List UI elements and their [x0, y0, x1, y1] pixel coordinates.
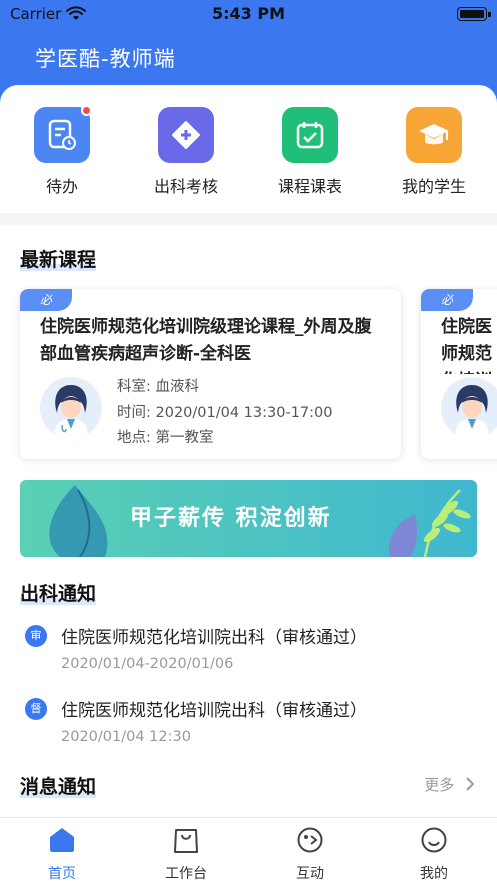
app-title: 学医酷-教师端 — [35, 47, 176, 71]
notice-time: 2020/01/04-2020/01/06 — [61, 656, 234, 672]
quick-action-label: 待办 — [45, 177, 78, 196]
tab-label: 工作台 — [165, 866, 207, 882]
course-card[interactable]: 必 住院医师规范化培训院级理论课程_外周及腹部血管疾病超声诊断-全科医 科室: … — [20, 289, 401, 459]
tab-mine[interactable]: 我的 — [372, 826, 496, 883]
smile-icon — [421, 827, 447, 853]
course-place: 地点: 第一教室 — [117, 430, 214, 446]
notice-tag-icon: 督 — [25, 698, 47, 720]
interact-icon — [297, 827, 323, 853]
tab-workbench[interactable]: 工作台 — [124, 826, 248, 883]
more-link[interactable]: 更多 — [424, 774, 475, 795]
quick-action-label: 我的学生 — [401, 177, 466, 196]
required-badge: 必 — [421, 289, 473, 311]
graduation-cap-icon — [406, 107, 462, 163]
main-content: 最新课程 必 住院医师规范化培训院级理论课程_外周及腹部血管疾病超声诊断-全科医… — [0, 225, 497, 817]
notice-tag-icon: 审 — [25, 625, 47, 647]
notice-title: 住院医师规范化培训院出科（审核通过） — [61, 701, 367, 721]
tab-label: 互动 — [296, 866, 324, 882]
course-card[interactable]: 必 住院医师规范化培训院级理论课程及腹部血管疾病超声诊断 — [421, 289, 497, 459]
tab-label: 我的 — [420, 866, 448, 882]
quick-action-exam[interactable]: 出科考核 — [131, 107, 241, 197]
notice-title: 住院医师规范化培训院出科（审核通过） — [61, 628, 367, 648]
course-title: 住院医师规范化培训院级理论课程_外周及腹部血管疾病超声诊断-全科医 — [40, 317, 372, 364]
quick-action-todo[interactable]: 待办 — [7, 105, 117, 197]
doctor-avatar — [40, 377, 102, 439]
quick-action-label: 出科考核 — [153, 177, 218, 196]
banner-slogan: 甲子薪传 积淀创新 — [130, 506, 332, 531]
tab-interact[interactable]: 互动 — [248, 826, 372, 883]
tab-home[interactable]: 首页 — [0, 826, 124, 883]
chevron-right-icon — [466, 777, 475, 791]
section-title-rotation-notices: 出科通知 — [20, 583, 97, 605]
quick-action-label: 课程课表 — [277, 177, 342, 196]
required-badge: 必 — [20, 289, 72, 311]
quick-action-students[interactable]: 我的学生 — [379, 107, 489, 197]
doctor-avatar — [441, 377, 497, 439]
course-time: 时间: 2020/01/04 13:30-17:00 — [117, 405, 333, 421]
tab-label: 首页 — [48, 866, 76, 882]
quick-actions-panel: 待办 出科考核 课程课表 我的学生 — [0, 85, 497, 213]
exam-icon — [158, 107, 214, 163]
home-icon — [50, 828, 74, 852]
quick-action-schedule[interactable]: 课程课表 — [255, 107, 365, 197]
section-title-latest-courses: 最新课程 — [20, 249, 97, 271]
tab-bar: 首页 工作台 互动 我的 — [0, 817, 497, 883]
notice-item[interactable]: 督 住院医师规范化培训院出科（审核通过） 2020/01/04 12:30 — [25, 696, 475, 751]
section-title-messages: 消息通知 — [20, 776, 97, 798]
promo-banner[interactable]: 甲子薪传 积淀创新 — [20, 480, 477, 557]
battery-icon — [457, 7, 491, 21]
clock: 5:43 PM — [211, 4, 285, 23]
notice-time: 2020/01/04 12:30 — [61, 729, 191, 745]
bag-icon — [174, 829, 198, 853]
notification-dot — [81, 105, 92, 116]
calendar-icon — [282, 107, 338, 163]
notice-item[interactable]: 审 住院医师规范化培训院出科（审核通过） 2020/01/04-2020/01/… — [25, 623, 475, 678]
todo-icon — [34, 105, 92, 163]
course-dept: 科室: 血液科 — [117, 379, 199, 395]
course-title: 住院医师规范化培训院级理论课程及腹部血管疾病超声诊断 — [441, 317, 492, 374]
status-bar: Carrier 5:43 PM — [0, 0, 497, 30]
